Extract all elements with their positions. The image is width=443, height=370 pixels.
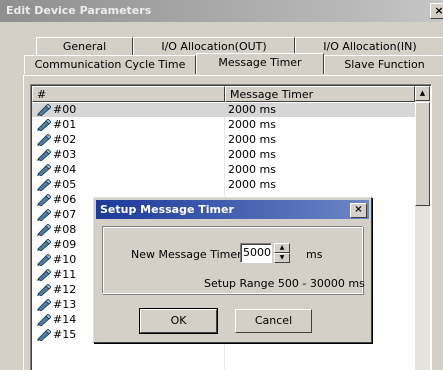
- table-row[interactable]: #02 2000 ms: [32, 133, 415, 147]
- dialog-close-button[interactable]: ×: [350, 203, 367, 218]
- message-timer-input[interactable]: 5000: [240, 243, 272, 263]
- dialog-title: Setup Message Timer: [100, 203, 234, 216]
- device-number: #01: [53, 118, 77, 131]
- device-pen-icon: [36, 193, 52, 207]
- device-number: #07: [53, 208, 77, 221]
- column-header-message-timer[interactable]: Message Timer: [225, 86, 415, 102]
- device-number: #00: [53, 103, 77, 116]
- device-number: #04: [53, 163, 77, 176]
- device-number: #13: [53, 298, 77, 311]
- device-number: #15: [53, 328, 77, 341]
- spin-down-icon[interactable]: ▼: [274, 253, 290, 263]
- tab-slave-function[interactable]: Slave Function: [324, 55, 443, 74]
- device-number: #05: [53, 178, 77, 191]
- device-pen-icon: [36, 328, 52, 342]
- table-row[interactable]: #01 2000 ms: [32, 118, 415, 132]
- device-number: #10: [53, 253, 77, 266]
- setup-range-text: Setup Range 500 - 30000 ms: [204, 277, 365, 290]
- device-pen-icon: [36, 283, 52, 297]
- message-timer-value: 2000 ms: [228, 103, 276, 116]
- title-bar: Edit Device Parameters ×: [0, 0, 443, 22]
- device-pen-icon: [36, 238, 52, 252]
- message-timer-value: 2000 ms: [228, 178, 276, 191]
- cancel-button[interactable]: Cancel: [235, 309, 312, 333]
- device-pen-icon: [36, 133, 52, 147]
- vertical-scrollbar[interactable]: ▲: [415, 86, 430, 370]
- tab-communication-cycle-time[interactable]: Communication Cycle Time: [24, 55, 196, 74]
- new-message-timer-label: New Message Timer :: [131, 248, 249, 261]
- message-timer-value: 2000 ms: [228, 163, 276, 176]
- scroll-thumb[interactable]: [415, 102, 430, 206]
- edit-device-parameters-window: Edit Device Parameters × General I/O All…: [0, 0, 443, 370]
- device-pen-icon: [36, 178, 52, 192]
- column-header-number[interactable]: #: [32, 86, 225, 102]
- window-title: Edit Device Parameters: [6, 4, 152, 17]
- setup-message-timer-dialog: Setup Message Timer × New Message Timer …: [93, 197, 372, 343]
- scroll-up-arrow-icon[interactable]: ▲: [415, 86, 430, 101]
- device-pen-icon: [36, 313, 52, 327]
- device-pen-icon: [36, 223, 52, 237]
- device-number: #11: [53, 268, 77, 281]
- tab-message-timer[interactable]: Message Timer: [196, 53, 324, 74]
- ok-button[interactable]: OK: [139, 308, 218, 334]
- device-number: #14: [53, 313, 77, 326]
- table-row[interactable]: #00 2000 ms: [32, 103, 415, 117]
- device-pen-icon: [36, 298, 52, 312]
- device-number: #12: [53, 283, 77, 296]
- spin-up-icon[interactable]: ▲: [274, 243, 290, 253]
- device-number: #03: [53, 148, 77, 161]
- window-close-button[interactable]: ×: [430, 3, 443, 19]
- device-pen-icon: [36, 208, 52, 222]
- message-timer-spinner[interactable]: ▲ ▼: [274, 243, 290, 263]
- table-row[interactable]: #03 2000 ms: [32, 148, 415, 162]
- dialog-title-bar: Setup Message Timer ×: [96, 200, 369, 219]
- device-number: #08: [53, 223, 77, 236]
- tab-general[interactable]: General: [36, 37, 133, 56]
- table-row[interactable]: #04 2000 ms: [32, 163, 415, 177]
- message-timer-value: 2000 ms: [228, 148, 276, 161]
- unit-label: ms: [306, 248, 323, 261]
- message-timer-value: 2000 ms: [228, 118, 276, 131]
- message-timer-value: 2000 ms: [228, 133, 276, 146]
- device-pen-icon: [36, 148, 52, 162]
- device-pen-icon: [36, 163, 52, 177]
- table-row[interactable]: #05 2000 ms: [32, 178, 415, 192]
- device-number: #02: [53, 133, 77, 146]
- device-pen-icon: [36, 268, 52, 282]
- device-pen-icon: [36, 118, 52, 132]
- device-number: #06: [53, 193, 77, 206]
- device-number: #09: [53, 238, 77, 251]
- device-pen-icon: [36, 103, 52, 117]
- device-pen-icon: [36, 253, 52, 267]
